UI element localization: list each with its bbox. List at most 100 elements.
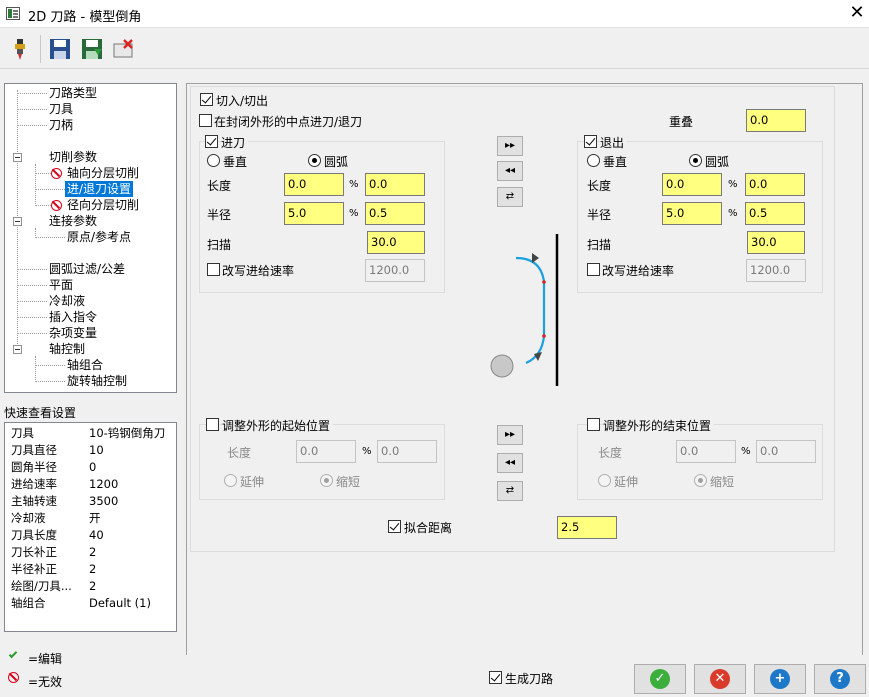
pct-label: % [349, 179, 359, 190]
closed-mid-checkbox[interactable] [199, 114, 212, 127]
adjust-end-shorten-label: 缩短 [710, 475, 735, 489]
overlap-input[interactable]: 0.0 [746, 109, 806, 132]
entry-radius-pct-input[interactable]: 0.5 [365, 202, 425, 225]
exit-length-pct-input[interactable]: 0.0 [745, 173, 805, 196]
copy-left-button[interactable]: ◂◂ [497, 161, 523, 181]
entry-length-label: 长度 [207, 179, 232, 193]
collapse-icon[interactable] [13, 217, 22, 226]
tool-icon[interactable] [8, 37, 32, 61]
adjust-start-checkbox[interactable] [206, 418, 219, 431]
adjust-end-pct-input: 0.0 [756, 440, 816, 463]
adjust-end-extend-radio [598, 474, 611, 487]
generate-toolpath-label: 生成刀路 [505, 672, 554, 686]
app-icon [6, 7, 20, 20]
cancel-button[interactable]: ✕ [694, 664, 746, 694]
help-icon: ? [830, 669, 850, 689]
pct-label: % [741, 446, 751, 457]
tree-item-home-ref[interactable]: 原点/参考点 [67, 229, 131, 245]
adjust-start-length-label: 长度 [227, 446, 252, 460]
copy-left-button[interactable]: ◂◂ [497, 453, 523, 473]
generate-toolpath-checkbox[interactable] [489, 671, 502, 684]
save-icon[interactable] [48, 37, 72, 61]
tree-item-coolant[interactable]: 冷却液 [49, 293, 85, 309]
closed-mid-label: 在封闭外形的中点进刀/退刀 [214, 115, 363, 129]
exit-arc-label: 圆弧 [705, 155, 730, 169]
exit-feed-override-label: 改写进给速率 [602, 264, 675, 278]
save-as-icon[interactable] [80, 37, 104, 61]
exit-length-input[interactable]: 0.0 [662, 173, 722, 196]
adjust-start-shorten-label: 缩短 [336, 475, 361, 489]
legend-invalid: =无效 [28, 675, 63, 689]
exit-radius-pct-input[interactable]: 0.5 [745, 202, 805, 225]
ok-button[interactable]: ✓ [634, 664, 686, 694]
adjust-start-pct-input: 0.0 [377, 440, 437, 463]
pct-label: % [728, 179, 738, 190]
tree-item-toolpath-type[interactable]: 刀路类型 [49, 85, 97, 101]
enter-exit-label: 切入/切出 [216, 94, 269, 108]
fit-distance-label: 拟合距离 [404, 521, 453, 535]
fit-distance-checkbox[interactable] [388, 520, 401, 533]
add-button[interactable]: + [754, 664, 806, 694]
tree-item-tool[interactable]: 刀具 [49, 101, 73, 117]
adjust-end-length-label: 长度 [598, 446, 623, 460]
exit-checkbox[interactable] [584, 135, 597, 148]
ok-icon: ✓ [650, 669, 670, 689]
adjust-end-shorten-radio [694, 474, 707, 487]
entry-sweep-input[interactable]: 30.0 [367, 231, 425, 254]
adjust-end-extend-label: 延伸 [614, 475, 639, 489]
tree-item-planes[interactable]: 平面 [49, 277, 73, 293]
tree-item-holder[interactable]: 刀柄 [49, 117, 73, 133]
tree-item-cut-params[interactable]: 切削参数 [49, 149, 97, 165]
tree-item-depth-cuts[interactable]: 轴向分层切削 [67, 165, 139, 181]
toolbar [0, 29, 869, 69]
collapse-icon[interactable] [13, 345, 22, 354]
entry-arc-radio[interactable] [308, 154, 321, 167]
tree-item-lead-in-out[interactable]: 进/退刀设置 [65, 181, 134, 197]
quick-view-title: 快速查看设置 [4, 406, 77, 420]
close-icon[interactable]: ✕ [846, 2, 868, 24]
cancel-icon: ✕ [710, 669, 730, 689]
copy-right-button[interactable]: ▸▸ [497, 425, 523, 445]
copy-right-button[interactable]: ▸▸ [497, 136, 523, 156]
adjust-start-length-input: 0.0 [296, 440, 356, 463]
swap-button[interactable]: ⇄ [497, 187, 523, 207]
tree-item-linking[interactable]: 连接参数 [49, 213, 97, 229]
adjust-end-length-input: 0.0 [676, 440, 736, 463]
adjust-end-checkbox[interactable] [587, 418, 600, 431]
adjust-start-title: 调整外形的起始位置 [222, 417, 334, 434]
help-button[interactable]: ? [814, 664, 866, 694]
collapse-icon[interactable] [13, 153, 22, 162]
exit-feed-input: 1200.0 [746, 259, 806, 282]
overlap-label: 重叠 [669, 115, 694, 129]
pct-label: % [362, 446, 372, 457]
fit-distance-input[interactable]: 2.5 [557, 516, 617, 539]
tree-item-axis-control[interactable]: 轴控制 [49, 341, 85, 357]
entry-checkbox[interactable] [205, 135, 218, 148]
enter-exit-checkbox[interactable] [200, 93, 213, 106]
entry-feed-override-checkbox[interactable] [207, 263, 220, 276]
adjust-start-shorten-radio [320, 474, 333, 487]
entry-vertical-radio[interactable] [207, 154, 220, 167]
delete-icon[interactable] [112, 37, 136, 61]
exit-radius-input[interactable]: 5.0 [662, 202, 722, 225]
tree-item-arc-filter[interactable]: 圆弧过滤/公差 [49, 261, 125, 277]
entry-sweep-label: 扫描 [207, 238, 232, 252]
tree-item-rotary-axis[interactable]: 旋转轴控制 [67, 373, 127, 389]
pct-label: % [349, 208, 359, 219]
swap-button[interactable]: ⇄ [497, 481, 523, 501]
entry-radius-input[interactable]: 5.0 [284, 202, 344, 225]
exit-arc-radio[interactable] [689, 154, 702, 167]
tree-item-misc-values[interactable]: 杂项变量 [49, 325, 97, 341]
tree-item-canned-text[interactable]: 插入指令 [49, 309, 97, 325]
exit-vertical-radio[interactable] [587, 154, 600, 167]
exit-sweep-input[interactable]: 30.0 [747, 231, 805, 254]
tree-item-axis-combo[interactable]: 轴组合 [67, 357, 103, 373]
entry-length-pct-input[interactable]: 0.0 [365, 173, 425, 196]
invalid-icon [51, 200, 62, 211]
entry-length-input[interactable]: 0.0 [284, 173, 344, 196]
entry-title: 进刀 [221, 134, 249, 151]
invalid-icon [8, 672, 19, 683]
tree-item-multi-passes[interactable]: 径向分层切削 [67, 197, 139, 213]
exit-length-label: 长度 [587, 179, 612, 193]
exit-feed-override-checkbox[interactable] [587, 263, 600, 276]
